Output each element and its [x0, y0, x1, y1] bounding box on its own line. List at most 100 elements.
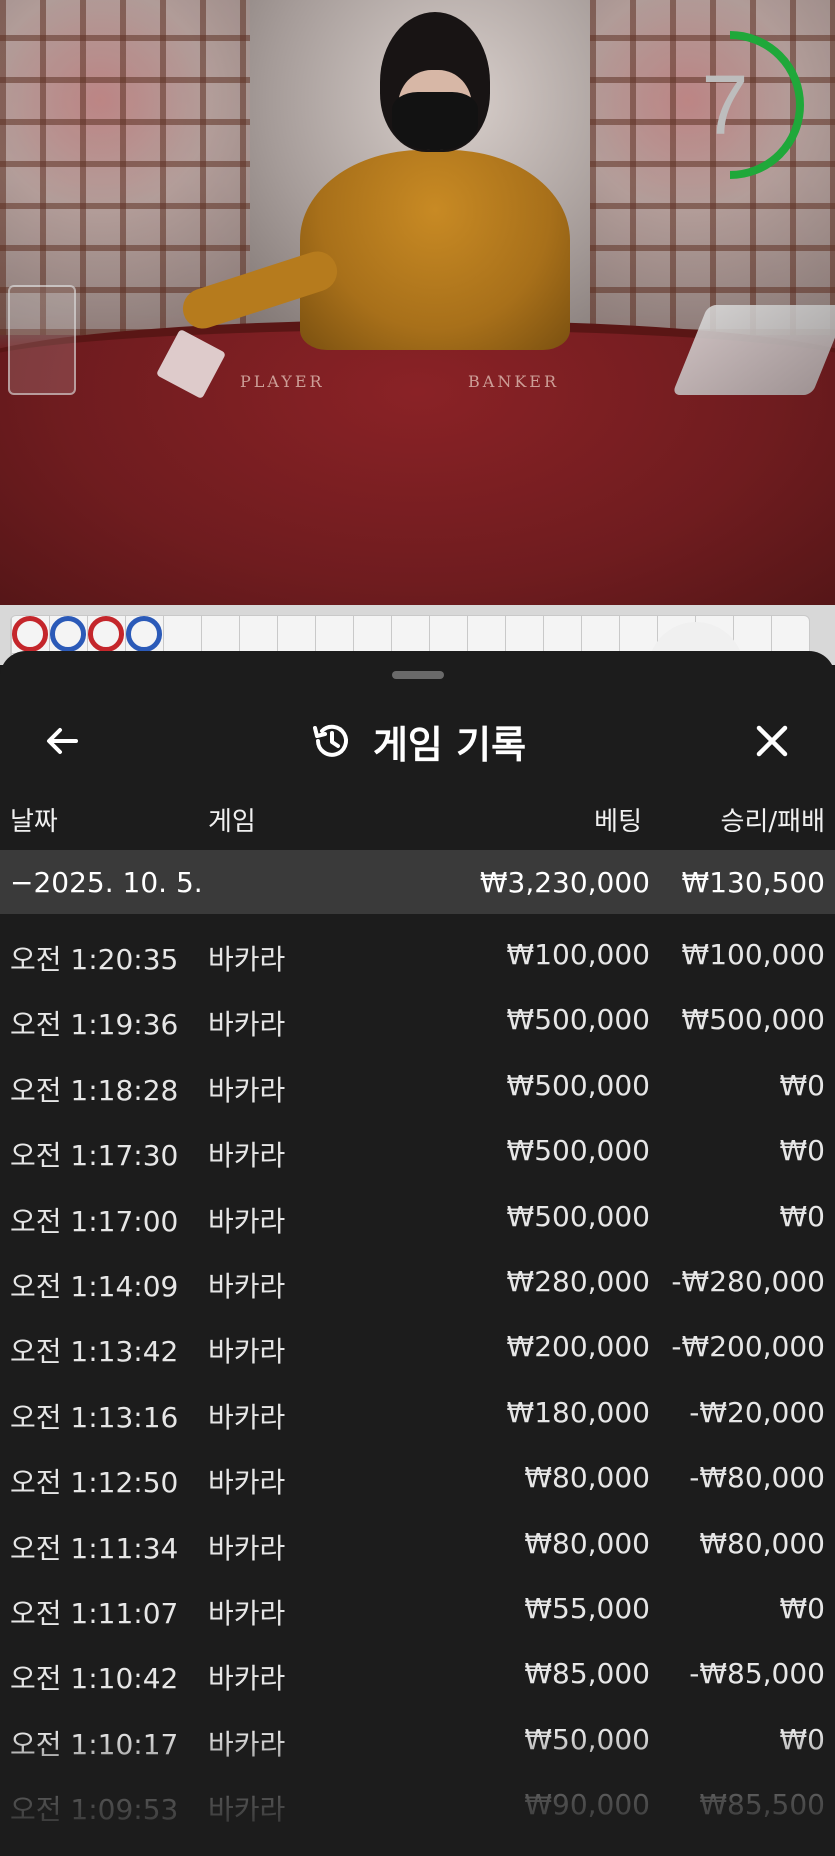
- table-row[interactable]: 오전 1:12:50 바카라 ₩80,000 -₩80,000: [0, 1437, 835, 1502]
- row-win-loss: ₩0: [779, 1068, 826, 1102]
- history-icon: [312, 724, 348, 757]
- row-bet: ₩85,000: [524, 1657, 650, 1691]
- row-time: 오전 1:12:50: [10, 1466, 179, 1500]
- summary-date: −2025. 10. 5.: [10, 866, 203, 899]
- row-bet: ₩500,000: [506, 1199, 650, 1233]
- table-label-player: PLAYER: [240, 372, 325, 391]
- table-row[interactable]: 오전 1:14:09 바카라 ₩280,000 -₩280,000: [0, 1241, 835, 1306]
- column-header-game: 게임: [208, 807, 256, 837]
- row-game: 바카라: [208, 1531, 286, 1565]
- sheet-drag-handle[interactable]: [392, 671, 444, 679]
- row-time: 오전 1:13:16: [10, 1400, 179, 1434]
- close-icon: [756, 725, 788, 757]
- row-time: 오전 1:10:42: [10, 1662, 179, 1696]
- road-result-red: [12, 616, 48, 652]
- row-game: 바카라: [208, 1073, 286, 1107]
- live-video-feed: PLAYER BANKER 7: [0, 0, 835, 605]
- road-result-blue: [50, 616, 86, 652]
- row-game: 바카라: [208, 1793, 286, 1827]
- dealer-body: [300, 150, 570, 350]
- row-game: 바카라: [208, 1204, 286, 1238]
- column-header-date: 날짜: [10, 807, 58, 837]
- row-bet: ₩50,000: [524, 1722, 650, 1756]
- row-win-loss: -₩85,000: [689, 1657, 825, 1691]
- row-bet: ₩100,000: [506, 938, 650, 971]
- row-win-loss: -₩80,000: [689, 1461, 825, 1495]
- summary-win-loss-total: ₩130,500: [681, 866, 825, 899]
- row-win-loss: ₩100,000: [681, 938, 825, 971]
- row-time: 오전 1:14:09: [10, 1269, 179, 1303]
- table-label-banker: BANKER: [468, 372, 559, 391]
- game-history-sheet: 게임 기록 날짜 게임 베팅 승리/패배 −2025. 10. 5. ₩3,23…: [0, 651, 835, 1856]
- row-win-loss: -₩20,000: [689, 1395, 825, 1429]
- sheet-title: 게임 기록: [0, 713, 835, 769]
- row-bet: ₩500,000: [506, 1068, 650, 1102]
- table-row[interactable]: 오전 1:11:34 바카라 ₩80,000 ₩80,000: [0, 1503, 835, 1568]
- row-game: 바카라: [208, 1466, 286, 1500]
- table-row[interactable]: 오전 1:17:30 바카라 ₩500,000 ₩0: [0, 1110, 835, 1175]
- row-time: 오전 1:11:34: [10, 1531, 179, 1565]
- table-row[interactable]: 오전 1:10:17 바카라 ₩50,000 ₩0: [0, 1699, 835, 1764]
- row-game: 바카라: [208, 1596, 286, 1630]
- table-row[interactable]: 오전 1:18:28 바카라 ₩500,000 ₩0: [0, 1045, 835, 1110]
- road-result-blue: [126, 616, 162, 652]
- row-win-loss: ₩0: [779, 1134, 826, 1168]
- row-win-loss: -₩280,000: [671, 1264, 825, 1298]
- row-game: 바카라: [208, 1008, 286, 1042]
- row-game: 바카라: [208, 1139, 286, 1173]
- column-header-bet: 베팅: [594, 807, 642, 837]
- table-row[interactable]: 오전 1:13:42 바카라 ₩200,000 -₩200,000: [0, 1306, 835, 1371]
- row-game: 바카라: [208, 1727, 286, 1761]
- row-time: 오전 1:17:00: [10, 1204, 179, 1238]
- row-game: 바카라: [208, 943, 286, 976]
- row-game: 바카라: [208, 1400, 286, 1434]
- row-time: 오전 1:19:36: [10, 1008, 179, 1042]
- row-bet: ₩55,000: [524, 1591, 650, 1625]
- row-bet: ₩80,000: [524, 1461, 650, 1495]
- road-result-red: [88, 616, 124, 652]
- row-win-loss: ₩80,000: [699, 1526, 825, 1560]
- table-row[interactable]: 오전 1:11:07 바카라 ₩55,000 ₩0: [0, 1568, 835, 1633]
- row-time: 오전 1:11:07: [10, 1596, 179, 1630]
- column-header-win-loss: 승리/패배: [720, 807, 825, 837]
- table-row[interactable]: 오전 1:13:16 바카라 ₩180,000 -₩20,000: [0, 1372, 835, 1437]
- row-bet: ₩80,000: [524, 1526, 650, 1560]
- row-win-loss: ₩500,000: [681, 1003, 825, 1037]
- table-row[interactable]: 오전 1:17:00 바카라 ₩500,000 ₩0: [0, 1176, 835, 1241]
- table-row[interactable]: 오전 1:20:35 바카라 ₩100,000 ₩100,000: [0, 914, 835, 979]
- row-bet: ₩180,000: [506, 1395, 650, 1429]
- road-results: [12, 616, 164, 652]
- column-headers: 날짜 게임 베팅 승리/패배: [0, 791, 835, 849]
- table-row[interactable]: 오전 1:10:42 바카라 ₩85,000 -₩85,000: [0, 1633, 835, 1698]
- row-win-loss: ₩0: [779, 1199, 826, 1233]
- row-bet: ₩500,000: [506, 1134, 650, 1168]
- row-win-loss: ₩0: [779, 1722, 826, 1756]
- row-bet: ₩500,000: [506, 1003, 650, 1037]
- round-timer: 7: [655, 30, 805, 180]
- summary-bet-total: ₩3,230,000: [479, 866, 650, 899]
- table-row[interactable]: 오전 1:09:53 바카라 ₩90,000 ₩85,500: [0, 1764, 835, 1829]
- row-time: 오전 1:13:42: [10, 1335, 179, 1369]
- sheet-header: 게임 기록: [0, 691, 835, 791]
- row-time: 오전 1:18:28: [10, 1073, 179, 1107]
- page-title: 게임 기록: [372, 722, 527, 767]
- close-button[interactable]: [742, 715, 802, 767]
- row-game: 바카라: [208, 1335, 286, 1369]
- discard-box: [8, 285, 76, 395]
- row-bet: ₩90,000: [524, 1788, 650, 1822]
- row-game: 바카라: [208, 1662, 286, 1696]
- row-bet: ₩280,000: [506, 1264, 650, 1298]
- row-time: 오전 1:20:35: [10, 943, 179, 976]
- date-group-summary[interactable]: −2025. 10. 5. ₩3,230,000 ₩130,500: [0, 850, 835, 914]
- dealer-mask: [392, 92, 478, 150]
- row-bet: ₩200,000: [506, 1330, 650, 1364]
- row-win-loss: ₩0: [779, 1591, 826, 1625]
- row-time: 오전 1:09:53: [10, 1793, 179, 1827]
- row-win-loss: ₩85,500: [699, 1788, 825, 1822]
- row-game: 바카라: [208, 1269, 286, 1303]
- table-row[interactable]: 오전 1:19:36 바카라 ₩500,000 ₩500,000: [0, 979, 835, 1044]
- row-time: 오전 1:17:30: [10, 1139, 179, 1173]
- row-win-loss: -₩200,000: [671, 1330, 825, 1364]
- row-time: 오전 1:10:17: [10, 1727, 179, 1761]
- timer-value: 7: [701, 58, 749, 152]
